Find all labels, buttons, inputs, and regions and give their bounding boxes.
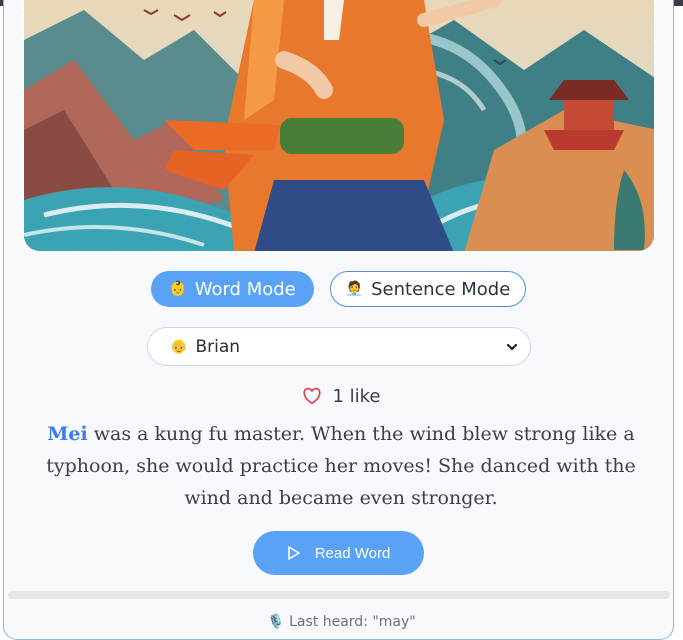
- old-man-icon: 👴: [170, 338, 188, 355]
- last-heard-status: 🎙️ Last heard: "may": [267, 614, 416, 630]
- sentence-mode-button[interactable]: 🧑‍💼 Sentence Mode: [330, 271, 526, 307]
- voice-select[interactable]: 👴 Brian: [147, 327, 531, 366]
- chevron-down-icon: [506, 343, 518, 351]
- word-mode-button[interactable]: 👶 Word Mode: [151, 271, 314, 307]
- sentence-mode-label: Sentence Mode: [371, 278, 511, 300]
- progress-bar: [8, 591, 670, 599]
- baby-icon: 👶: [169, 281, 187, 297]
- read-word-button[interactable]: Read Word: [253, 531, 424, 575]
- word-mode-label: Word Mode: [194, 278, 296, 300]
- highlighted-word[interactable]: Mei: [47, 423, 87, 445]
- story-illustration: [22, 0, 656, 253]
- story-text-rest: was a kung fu master. When the wind blew…: [46, 423, 636, 509]
- story-text: Mei was a kung fu master. When the wind …: [26, 418, 656, 514]
- office-worker-icon: 🧑‍💼: [345, 281, 364, 297]
- voice-select-value: Brian: [195, 336, 241, 357]
- read-word-label: Read Word: [314, 544, 391, 562]
- play-icon: [287, 546, 300, 560]
- mode-toggle: 👶 Word Mode 🧑‍💼 Sentence Mode: [0, 271, 683, 307]
- likes: 1 like: [0, 383, 683, 409]
- likes-count: 1 like: [332, 385, 381, 407]
- heart-icon[interactable]: [302, 387, 322, 405]
- kung-fu-master-image: [24, 0, 654, 251]
